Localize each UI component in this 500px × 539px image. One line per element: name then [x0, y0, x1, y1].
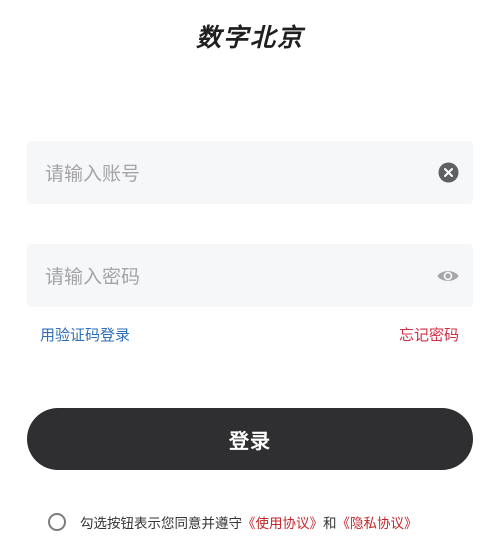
forgot-password-link[interactable]: 忘记密码 [399, 324, 459, 345]
login-button[interactable]: 登录 [27, 408, 473, 470]
account-input[interactable] [43, 141, 427, 206]
password-field [27, 244, 473, 309]
account-field [27, 141, 473, 206]
sms-login-link[interactable]: 用验证码登录 [40, 324, 130, 345]
clear-circle-icon[interactable] [438, 162, 459, 183]
password-input[interactable] [43, 244, 427, 309]
agreement-row: 勾选按钮表示您同意并遵守 《使用协议》 和 《隐私协议》 [48, 511, 418, 533]
radio-circle-icon[interactable] [48, 513, 66, 531]
login-page: 数字北京 用验证码登录 忘记密码 登录 勾选按钮表示您同意并遵守 《使用协议》 … [0, 0, 500, 539]
agreement-text: 勾选按钮表示您同意并遵守 [80, 516, 242, 532]
eye-icon[interactable] [436, 266, 460, 286]
app-logo: 数字北京 [195, 23, 304, 52]
privacy-policy-link[interactable]: 《隐私协议》 [337, 512, 418, 532]
user-agreement-link[interactable]: 《使用协议》 [242, 512, 323, 532]
agreement-and-text: 和 [323, 516, 337, 532]
